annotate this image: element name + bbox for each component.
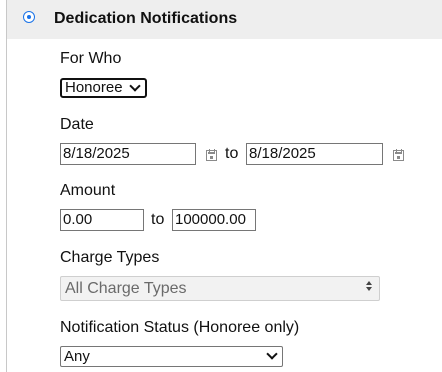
up-down-arrows-icon: [365, 281, 373, 293]
charge-types-selected-value: All Charge Types: [65, 280, 187, 297]
notification-status-select[interactable]: Any: [60, 346, 283, 367]
amount-from-input[interactable]: 0.00: [60, 209, 144, 231]
panel-left-border: [6, 0, 7, 372]
amount-to-label: to: [151, 211, 165, 228]
chevron-down-icon: [266, 348, 278, 360]
notification-status-label: Notification Status (Honoree only): [60, 319, 300, 336]
date-to-input[interactable]: 8/18/2025: [246, 143, 383, 165]
radio-dot: [27, 15, 31, 19]
date-to-label: to: [225, 145, 239, 162]
calendar-icon[interactable]: [206, 149, 217, 161]
amount-label: Amount: [60, 182, 116, 199]
for-who-selected-value: Honoree: [65, 79, 123, 96]
date-from-input[interactable]: 8/18/2025: [60, 143, 196, 165]
charge-types-select[interactable]: All Charge Types: [60, 276, 380, 301]
charge-types-label: Charge Types: [60, 249, 160, 266]
chevron-down-icon: [129, 80, 141, 92]
section-title: Dedication Notifications: [54, 10, 238, 27]
radio-selected-icon[interactable]: [23, 11, 35, 23]
for-who-label: For Who: [60, 50, 122, 67]
amount-to-input[interactable]: 100000.00: [172, 209, 256, 231]
for-who-select[interactable]: Honoree: [60, 78, 147, 98]
date-label: Date: [60, 116, 94, 133]
section-header[interactable]: Dedication Notifications: [7, 0, 442, 39]
calendar-icon[interactable]: [393, 149, 404, 161]
notification-status-selected-value: Any: [64, 348, 90, 365]
